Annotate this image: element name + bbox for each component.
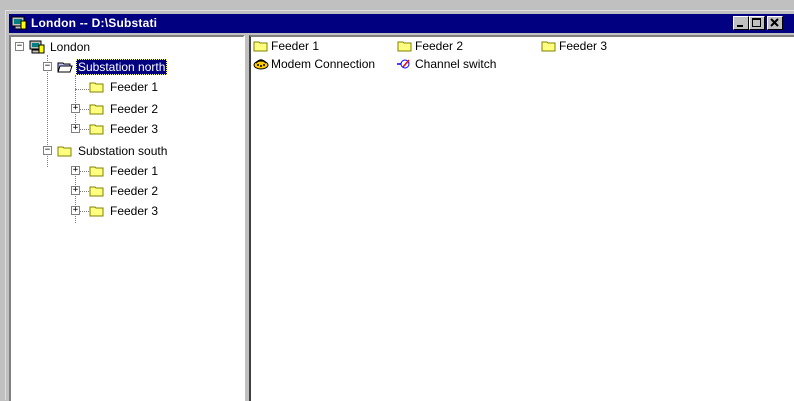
folder-icon: [57, 146, 72, 157]
list-pane[interactable]: Feeder 1 Feeder 2 Feeder 3 Modem Connect…: [249, 35, 794, 401]
tree-item-label: Feeder 1: [110, 80, 159, 94]
tree-connector: [79, 109, 89, 110]
expand-toggle[interactable]: +: [71, 186, 80, 195]
expand-toggle[interactable]: +: [71, 206, 80, 215]
folder-icon: [253, 41, 268, 52]
maximize-button[interactable]: [749, 16, 765, 30]
window-title: London -- D:\Substati: [31, 16, 158, 30]
tree-item-label: Feeder 3: [110, 204, 159, 218]
tree-item-feeder-2[interactable]: Feeder 2: [89, 99, 160, 119]
tree-item-label: Substation north: [76, 59, 168, 75]
tree-item-feeder-3[interactable]: Feeder 3: [89, 119, 160, 139]
tree-item-label: Feeder 1: [110, 164, 159, 178]
folder-icon: [89, 166, 104, 177]
tree-item-label: Substation south: [78, 144, 168, 158]
computer-icon: [29, 40, 45, 54]
tree-item-label: London: [50, 40, 91, 54]
channel-switch-icon: [397, 59, 410, 69]
tree-connector: [75, 75, 76, 129]
folder-icon: [89, 186, 104, 197]
tree-item-label: Feeder 2: [110, 102, 159, 116]
client-area: − London − Substation north Feeder 1 + F…: [9, 35, 794, 401]
close-icon: [770, 18, 779, 27]
expand-toggle[interactable]: +: [71, 166, 80, 175]
list-item-feeder-3[interactable]: Feeder 3: [541, 37, 607, 55]
expand-toggle[interactable]: +: [71, 104, 80, 113]
tree-pane[interactable]: − London − Substation north Feeder 1 + F…: [9, 35, 245, 401]
tree-connector: [75, 89, 89, 90]
folder-icon: [89, 124, 104, 135]
close-button[interactable]: [767, 16, 783, 30]
tree-item-label: Feeder 2: [110, 184, 159, 198]
tree-item-feeder-1[interactable]: Feeder 1: [89, 77, 160, 97]
tree-connector: [79, 211, 89, 212]
list-item-label: Feeder 2: [415, 39, 464, 53]
minimize-icon: [737, 25, 743, 27]
minimize-button[interactable]: [733, 16, 749, 30]
open-folder-icon: [57, 62, 73, 73]
list-item-label: Feeder 3: [559, 39, 608, 53]
maximize-icon: [752, 18, 761, 27]
collapse-toggle[interactable]: −: [43, 62, 52, 71]
title-bar[interactable]: London -- D:\Substati: [9, 14, 794, 33]
folder-icon: [89, 206, 104, 217]
tree-connector: [79, 171, 89, 172]
collapse-toggle[interactable]: −: [15, 42, 24, 51]
tree-item-substation-south[interactable]: Substation south: [57, 141, 169, 161]
folder-icon: [397, 41, 412, 52]
tree-item-label: Feeder 3: [110, 122, 159, 136]
list-item-label: Channel switch: [415, 57, 497, 71]
list-item-modem-connection[interactable]: Modem Connection: [253, 55, 375, 73]
tree-item-feeder-1[interactable]: Feeder 1: [89, 161, 160, 181]
tree-item-feeder-3[interactable]: Feeder 3: [89, 201, 160, 221]
tree-item-substation-north[interactable]: Substation north: [57, 57, 168, 77]
folder-icon: [541, 41, 556, 52]
list-item-channel-switch[interactable]: Channel switch: [397, 55, 496, 73]
tree-connector: [79, 129, 89, 130]
folder-icon: [89, 82, 104, 93]
list-item-feeder-2[interactable]: Feeder 2: [397, 37, 463, 55]
folder-icon: [89, 104, 104, 115]
list-item-feeder-1[interactable]: Feeder 1: [253, 37, 319, 55]
list-item-label: Modem Connection: [271, 57, 376, 71]
main-window: London -- D:\Substati − London − Substat…: [5, 10, 794, 401]
collapse-toggle[interactable]: −: [43, 146, 52, 155]
modem-icon: [253, 59, 269, 70]
tree-item-feeder-2[interactable]: Feeder 2: [89, 181, 160, 201]
list-item-label: Feeder 1: [271, 39, 320, 53]
tree-item-london[interactable]: London: [29, 37, 92, 57]
tree-connector: [79, 191, 89, 192]
computer-icon: [11, 16, 27, 30]
expand-toggle[interactable]: +: [71, 124, 80, 133]
